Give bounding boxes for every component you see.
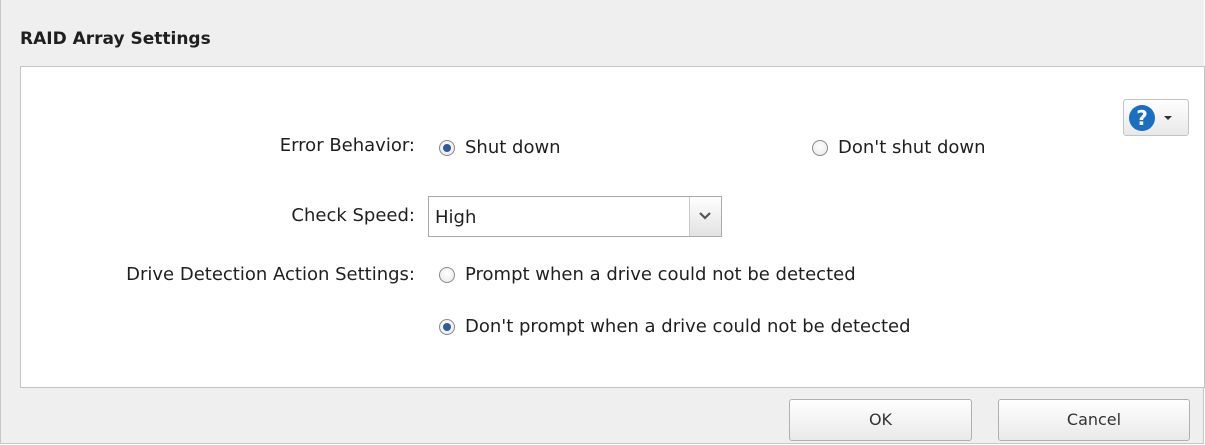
ok-button[interactable]: OK	[789, 399, 972, 441]
help-button[interactable]: ?	[1123, 99, 1189, 136]
check-speed-value: High	[435, 207, 477, 228]
radio-shut-down[interactable]: Shut down	[439, 137, 561, 158]
chevron-down-icon	[1164, 116, 1172, 120]
radio-dont-prompt-drive-not-detected[interactable]: Don't prompt when a drive could not be d…	[439, 316, 911, 337]
check-speed-select[interactable]: High	[428, 196, 722, 237]
radio-button-checked-icon	[439, 318, 455, 335]
radio-prompt-drive-not-detected[interactable]: Prompt when a drive could not be detecte…	[439, 264, 856, 285]
radio-label-shut-down: Shut down	[465, 137, 561, 158]
radio-button-checked-icon	[439, 139, 455, 156]
radio-label-dont-shut-down: Don't shut down	[838, 137, 986, 158]
help-icon: ?	[1129, 105, 1155, 131]
chevron-down-icon	[699, 212, 711, 220]
dialog-title: RAID Array Settings	[20, 29, 211, 49]
check-speed-label: Check Speed:	[291, 205, 415, 226]
error-behavior-label: Error Behavior:	[279, 135, 415, 156]
radio-label-dont-prompt: Don't prompt when a drive could not be d…	[465, 316, 911, 337]
cancel-button[interactable]: Cancel	[998, 399, 1190, 441]
radio-label-prompt: Prompt when a drive could not be detecte…	[465, 264, 856, 285]
drive-detection-label: Drive Detection Action Settings:	[126, 264, 415, 285]
raid-array-settings-dialog: RAID Array Settings ? Error Behavior: Sh…	[0, 0, 1205, 444]
radio-button-unchecked-icon	[439, 266, 455, 283]
dialog-title-bar: RAID Array Settings	[1, 0, 1204, 66]
radio-button-unchecked-icon	[812, 139, 828, 156]
dropdown-arrow[interactable]	[689, 197, 721, 236]
radio-dont-shut-down[interactable]: Don't shut down	[812, 137, 986, 158]
